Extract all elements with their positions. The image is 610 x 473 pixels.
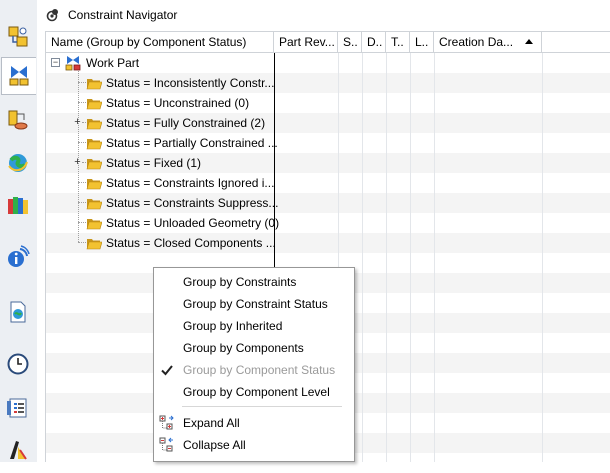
menu-separator [182,406,342,407]
menu-item-group-by-inherited[interactable]: Group by Inherited [154,315,354,337]
folder-icon [86,157,102,170]
menu-item-group-by-component-level[interactable]: Group by Component Level [154,381,354,403]
column-header-row: Name (Group by Component Status) Part Re… [46,31,610,53]
column-header-s[interactable]: S.. [338,32,362,52]
tree-connector [78,102,86,104]
tree-node-label: Status = Fixed (1) [106,156,202,170]
expand-all-icon [159,412,175,434]
sort-ascending-icon [524,32,534,52]
checkmark-icon [159,359,175,381]
collapse-all-icon [159,434,175,456]
tree-node-label: Status = Constraints Suppress... [106,196,279,210]
work-part-icon [65,55,81,71]
tree-node-label: Status = Fully Constrained (2) [106,116,266,130]
column-header-name[interactable]: Name (Group by Component Status) [46,32,274,52]
web-browser-icon[interactable] [5,150,31,176]
menu-item-group-by-components[interactable]: Group by Components [154,337,354,359]
tree-connector [78,82,86,84]
color-palette-icon[interactable] [5,436,31,462]
tree-node-label: Status = Partially Constrained ... [106,136,278,150]
tree-node-status-group[interactable]: Status = Unconstrained (0) [86,93,249,113]
reuse-library-icon[interactable] [5,192,31,218]
assembly-navigator-icon[interactable] [5,24,31,50]
navigator-title: Constraint Navigator [68,8,178,22]
constraint-navigator-icon[interactable] [1,57,36,95]
menu-item-label: Group by Constraint Status [183,297,328,311]
process-studio-icon[interactable] [5,395,31,421]
column-header-creation-date[interactable]: Creation Da... [434,32,542,52]
navigator-title-bar: Constraint Navigator [37,0,610,30]
resource-bar [0,0,38,462]
folder-icon [86,117,102,130]
collapse-toggle[interactable]: − [51,58,60,67]
menu-item-label: Expand All [183,416,240,430]
tree-node-label: Status = Unconstrained (0) [106,96,250,110]
menu-item-group-by-constraints[interactable]: Group by Constraints [154,271,354,293]
tree-node-label: Work Part [86,56,140,70]
folder-icon [86,77,102,90]
history-icon[interactable] [5,351,31,377]
tree-node-status-group[interactable]: Status = Fixed (1) [86,153,201,173]
tree-connector [78,222,86,224]
tree-node-label: Status = Constraints Ignored i... [106,176,275,190]
menu-item-group-by-component-status[interactable]: Group by Component Status [154,359,354,381]
tree-connector [78,142,86,144]
tree-node-label: Status = Closed Components ... [106,236,276,250]
menu-item-label: Group by Inherited [183,319,283,333]
folder-icon [86,217,102,230]
expand-toggle[interactable]: + [73,117,82,128]
folder-icon [86,197,102,210]
constraint-navigator-title-icon [46,8,60,22]
column-header-d[interactable]: D.. [362,32,386,52]
tree-node-label: Status = Inconsistently Constr... [106,76,275,90]
tree-node-status-group[interactable]: Status = Constraints Ignored i... [86,173,274,193]
column-divider [410,53,411,462]
column-divider [362,53,363,462]
folder-icon [86,97,102,110]
menu-item-label: Group by Component Level [183,385,330,399]
tree-node-work-part[interactable]: Work Part [65,53,139,73]
tree-connector [78,182,86,184]
folder-icon [86,137,102,150]
menu-item-label: Group by Constraints [183,275,297,289]
part-navigator-icon[interactable] [5,107,31,133]
menu-item-label: Collapse All [183,438,246,452]
column-divider [542,53,543,462]
tree-node-status-group[interactable]: Status = Unloaded Geometry (0) [86,213,279,233]
menu-item-group-by-constraint-status[interactable]: Group by Constraint Status [154,293,354,315]
tree-node-label: Status = Unloaded Geometry (0) [106,216,280,230]
expand-toggle[interactable]: + [73,157,82,168]
column-header-creation-date-label: Creation Da... [439,35,514,49]
tree-connector [78,202,86,204]
folder-icon [86,177,102,190]
column-divider [434,53,435,462]
tree-node-status-group[interactable]: Status = Closed Components ... [86,233,276,253]
tree-node-status-group[interactable]: Status = Fully Constrained (2) [86,113,265,133]
tree-node-status-group[interactable]: Status = Inconsistently Constr... [86,73,274,93]
menu-item-label: Group by Component Status [183,363,336,377]
column-divider [386,53,387,462]
context-menu: Group by Constraints Group by Constraint… [153,267,355,462]
column-header-l[interactable]: L.. [410,32,434,52]
menu-item-label: Group by Components [183,341,304,355]
folder-icon [86,237,102,250]
tree-connector [78,242,86,244]
tree-node-status-group[interactable]: Status = Partially Constrained ... [86,133,278,153]
hd3d-tools-icon[interactable] [5,299,31,325]
tree-node-status-group[interactable]: Status = Constraints Suppress... [86,193,278,213]
column-header-t[interactable]: T.. [386,32,410,52]
info-window-icon[interactable] [5,244,31,270]
menu-item-expand-all[interactable]: Expand All [154,412,354,434]
menu-item-collapse-all[interactable]: Collapse All [154,434,354,456]
column-header-part-revision[interactable]: Part Rev... [274,32,338,52]
